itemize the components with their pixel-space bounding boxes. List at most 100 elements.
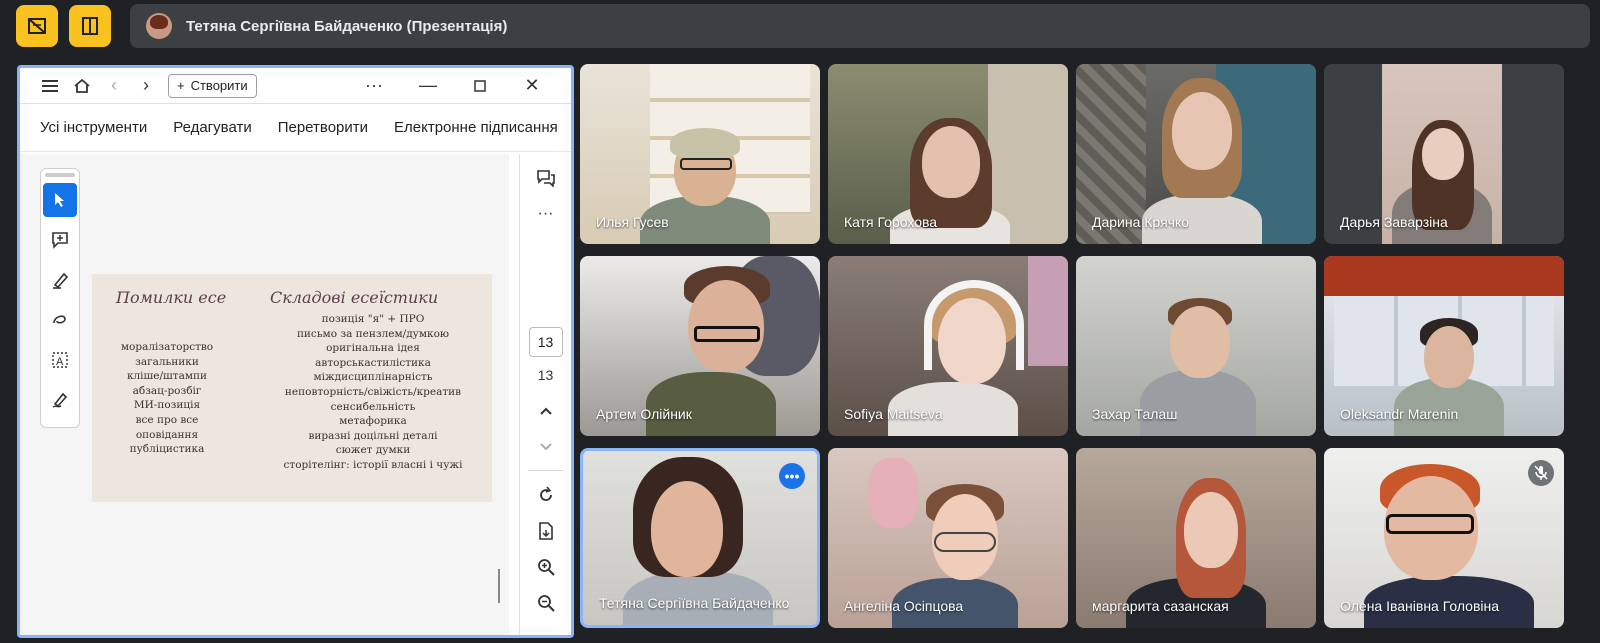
select-tool[interactable] [43,183,77,217]
more-tools-icon[interactable]: ··· [526,196,566,232]
participant-name: Захар Талаш [1092,406,1178,422]
list-item: оригінальна ідея [326,342,420,355]
participant-name: Sofiya Maitseva [844,406,943,422]
right-rail: ··· 13 13 [519,154,571,635]
participant-tile[interactable]: Oleksandr Marenin [1324,256,1564,436]
participant-tile[interactable]: Олена Іванівна Головіна [1324,448,1564,628]
menu-convert[interactable]: Перетворити [278,119,368,136]
participant-name: Дарья Заварзіна [1340,214,1448,230]
left-toolbar: A [40,168,80,428]
list-item: виразні доцільні деталі [308,429,438,442]
back-icon[interactable]: ‹ [98,70,130,102]
errors-list: моралізаторство загальники кліше/штампи … [92,340,242,457]
forward-icon[interactable]: › [130,70,162,102]
zoom-in-icon[interactable] [526,549,566,585]
more-options-icon[interactable]: ··· [358,70,390,102]
participant-tile[interactable]: Захар Талаш [1076,256,1316,436]
page-up-icon[interactable] [526,393,566,429]
svg-text:A: A [56,356,64,368]
list-item: метафорика [339,415,407,428]
sign-tool[interactable] [43,383,77,417]
list-item: оповідання [135,428,199,441]
participant-tile[interactable]: Дарина Крячко [1076,64,1316,244]
slide-heading-right: Складові есеїстики [270,288,439,307]
list-item: абзац-розбіг [132,384,202,397]
participant-name: Тетяна Сергіївна Байдаченко [599,595,790,611]
list-item: міждисциплінарність [313,371,433,384]
slide-heading-left: Помилки есе [116,288,227,307]
comments-icon[interactable] [526,160,566,196]
participant-tile[interactable]: Илья Гусев [580,64,820,244]
list-item: письмо за пензлем/думкою [296,327,450,340]
more-horiz-icon: ••• [784,468,800,484]
participant-tile[interactable]: Артем Олійник [580,256,820,436]
list-item: моралізаторство [120,341,214,353]
plus-icon: + [177,78,185,93]
create-button[interactable]: + Створити [168,73,257,98]
page-down-icon[interactable] [526,429,566,465]
scrollbar[interactable] [498,569,500,603]
maximize-icon[interactable] [464,70,496,102]
page-number-input[interactable]: 13 [528,327,563,357]
layout-icon [82,17,98,35]
extract-page-icon[interactable] [526,513,566,549]
create-label: Створити [190,78,248,93]
hide-video-icon [28,18,46,34]
participant-tile-active-speaker[interactable]: ••• Тетяна Сергіївна Байдаченко [580,448,820,628]
more-options-button[interactable]: ••• [779,463,805,489]
participant-name: Олена Іванівна Головіна [1340,598,1500,614]
text-tool[interactable]: A [43,343,77,377]
list-item: сюжет думки [335,444,411,457]
document-area: A Помилки есе Складові есеїстики мораліз… [20,154,509,635]
signature-icon [52,392,68,408]
viewer-menu: Усі інструменти Редагувати Перетворити Е… [20,104,571,152]
cursor-icon [55,193,64,207]
comment-tool[interactable] [43,223,77,257]
glasses [680,158,732,170]
glasses [934,532,996,552]
rotate-icon[interactable] [526,477,566,513]
list-item: сторітелінг: історії власні і чужі [283,458,463,471]
list-item: авторськастилістика [315,356,431,369]
home-icon[interactable] [66,70,98,102]
muted-indicator [1528,460,1554,486]
list-item: загальники [135,355,199,368]
participant-name: Oleksandr Marenin [1340,406,1459,422]
presenter-title: Тетяна Сергіївна Байдаченко (Презентація… [186,17,508,35]
headphones [924,280,1024,370]
layout-button[interactable] [69,5,111,47]
list-item: позиція "я" + ПРО [321,313,425,325]
slide-content: Помилки есе Складові есеїстики моралізат… [92,274,492,502]
participant-name: Артем Олійник [596,406,692,422]
presentation-window: ‹ › + Створити ··· — ✕ Усі інструменти Р… [17,65,574,638]
glasses [694,326,760,342]
participant-name: Ангеліна Осіпцова [844,598,964,614]
list-item: неповторність/свіжість/креатив [284,385,462,398]
menu-all-tools[interactable]: Усі інструменти [40,119,147,136]
participant-tile[interactable]: Дарья Заварзіна [1324,64,1564,244]
drag-handle[interactable] [45,173,75,177]
participant-name: Илья Гусев [596,214,669,230]
hamburger-menu-icon[interactable] [34,70,66,102]
participant-name: маргарита сазанская [1092,598,1229,614]
participant-tile[interactable]: Катя Горохова [828,64,1068,244]
highlight-tool[interactable] [43,263,77,297]
presenter-bar: Тетяна Сергіївна Байдаченко (Презентація… [130,4,1590,48]
hide-video-button[interactable] [16,5,58,47]
draw-tool[interactable] [43,303,77,337]
participant-tile[interactable]: маргарита сазанская [1076,448,1316,628]
minimize-icon[interactable]: — [412,70,444,102]
presenter-avatar [146,13,172,39]
list-item: все про все [135,413,199,426]
menu-e-sign[interactable]: Електронне підписання [394,119,558,136]
participant-tile[interactable]: Ангеліна Осіпцова [828,448,1068,628]
zoom-out-icon[interactable] [526,585,566,621]
mic-off-icon [1534,465,1548,480]
list-item: публіцистика [129,443,205,456]
list-item: МИ-позиція [133,399,201,412]
close-icon[interactable]: ✕ [516,70,548,102]
participant-tile[interactable]: Sofiya Maitseva [828,256,1068,436]
menu-edit[interactable]: Редагувати [173,119,252,136]
pen-icon [53,272,69,289]
participant-name: Катя Горохова [844,214,938,230]
